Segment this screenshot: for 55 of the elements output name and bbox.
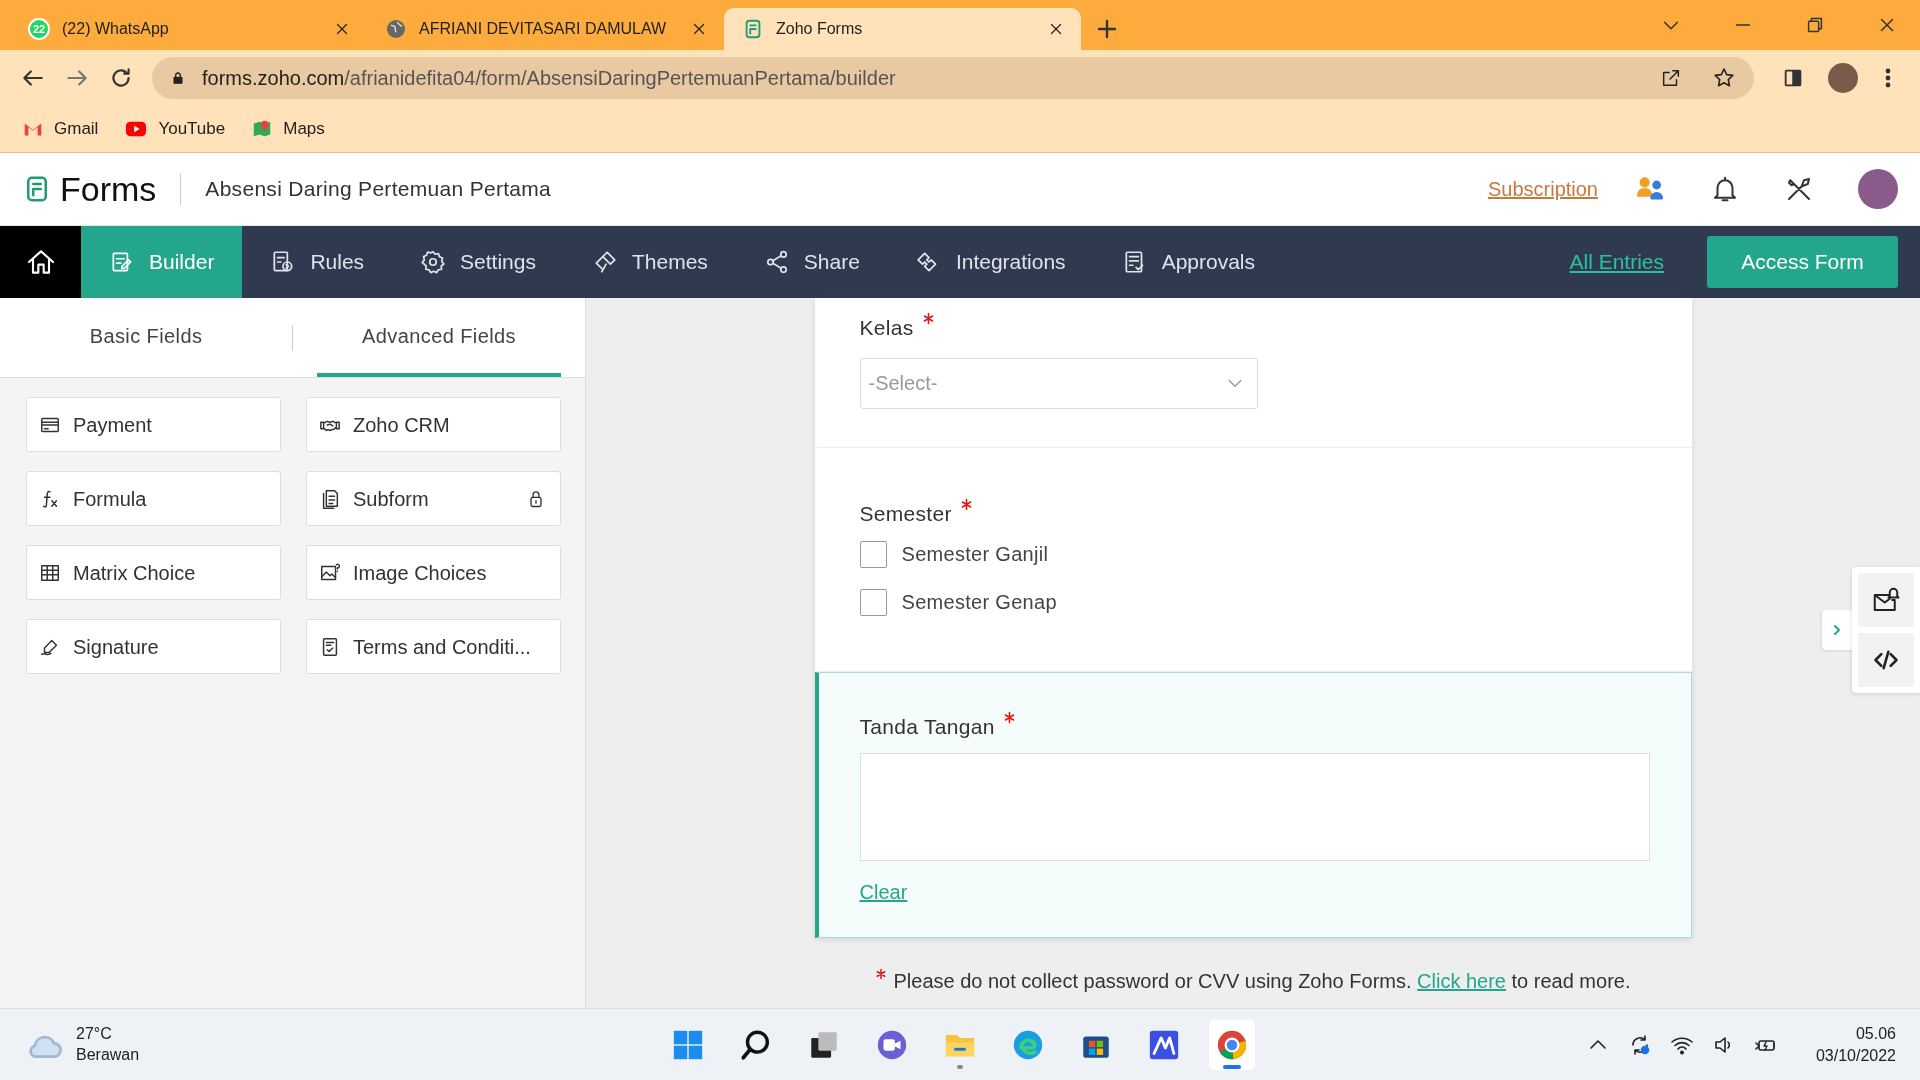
- nav-tab[interactable]: Share: [735, 226, 888, 298]
- option-label: Semester Ganjil: [901, 542, 1049, 567]
- avatar[interactable]: [1858, 169, 1898, 209]
- option-label: Semester Genap: [901, 590, 1057, 615]
- browser-tab[interactable]: 22 (22) WhatsApp: [10, 8, 367, 50]
- all-entries-link[interactable]: All Entries: [1569, 246, 1664, 278]
- field-label: Kelas: [859, 315, 914, 341]
- bookmark-link[interactable]: Maps: [251, 115, 325, 142]
- home-button[interactable]: [0, 226, 81, 298]
- settings-icon: [420, 249, 447, 275]
- panel-tab[interactable]: Advanced Fields: [317, 298, 561, 377]
- field-type-button[interactable]: Zoho CRM: [306, 397, 561, 452]
- field-type-button[interactable]: Formula: [26, 471, 281, 526]
- clock-date: 03/10/2022: [1815, 1045, 1896, 1066]
- nav-tab[interactable]: Integrations: [887, 226, 1094, 298]
- bookmark-link[interactable]: YouTube: [124, 115, 226, 142]
- field-label: Tanda Tangan: [859, 714, 995, 740]
- notification-badge: 22: [28, 18, 50, 40]
- tab-title: (22) WhatsApp: [62, 19, 170, 39]
- address-bar[interactable]: forms.zoho.com/afrianidefita04/form/AbsensiDaringPertemuanPertama/builder: [152, 56, 1754, 99]
- field-label: Semester: [859, 500, 952, 527]
- embed-code-button[interactable]: [1858, 633, 1914, 687]
- field-type-button[interactable]: Matrix Choice: [26, 545, 281, 600]
- field-type-button[interactable]: Payment: [26, 397, 281, 452]
- nav-tab[interactable]: Settings: [392, 226, 564, 298]
- star-icon[interactable]: [1712, 65, 1736, 90]
- checkbox[interactable]: [859, 588, 887, 616]
- bookmark-link[interactable]: Gmail: [22, 115, 99, 142]
- tab-title: AFRIANI DEVITASARI DAMULAW: [419, 19, 668, 39]
- browser-tab[interactable]: Zoho Forms: [724, 8, 1081, 50]
- avatar[interactable]: [1828, 62, 1858, 93]
- app-logo: Forms: [60, 168, 157, 210]
- form-field-section[interactable]: Kelas -Select-: [814, 298, 1692, 448]
- tab-title: Zoho Forms: [776, 19, 864, 39]
- field-type-button[interactable]: Signature: [26, 619, 281, 674]
- temperature: 27°C: [76, 1023, 113, 1044]
- field-type-button[interactable]: Terms and Conditi...: [306, 619, 561, 674]
- browser-tab[interactable]: AFRIANI DEVITASARI DAMULAW: [367, 8, 724, 50]
- panel-tab[interactable]: Basic Fields: [24, 298, 268, 377]
- nav-tab[interactable]: Themes: [563, 226, 736, 298]
- weather-text: Berawan: [76, 1044, 140, 1065]
- form-title: Absensi Daring Pertemuan Pertama: [205, 176, 552, 203]
- new-tab-icon[interactable]: [1095, 17, 1119, 41]
- notification-button[interactable]: [1858, 573, 1914, 627]
- field-type-button[interactable]: Subform: [306, 471, 561, 526]
- asterisk-icon: [875, 967, 888, 980]
- nav-tab[interactable]: Rules: [242, 226, 393, 298]
- checkbox[interactable]: [859, 540, 887, 568]
- globe-icon: [385, 18, 407, 40]
- clock-time: 05.06: [1854, 1023, 1896, 1044]
- field-type-button[interactable]: Image Choices: [306, 545, 561, 600]
- url-text: forms.zoho.com/afrianidefita04/form/AbsensiDaringPertemuanPertama/builder: [202, 65, 897, 91]
- lock-icon: [170, 69, 186, 86]
- nav-tab[interactable]: Approvals: [1093, 226, 1283, 298]
- notice-text: Please do not collect password or CVV using Zoho Forms. Click here to read more.: [893, 968, 1631, 994]
